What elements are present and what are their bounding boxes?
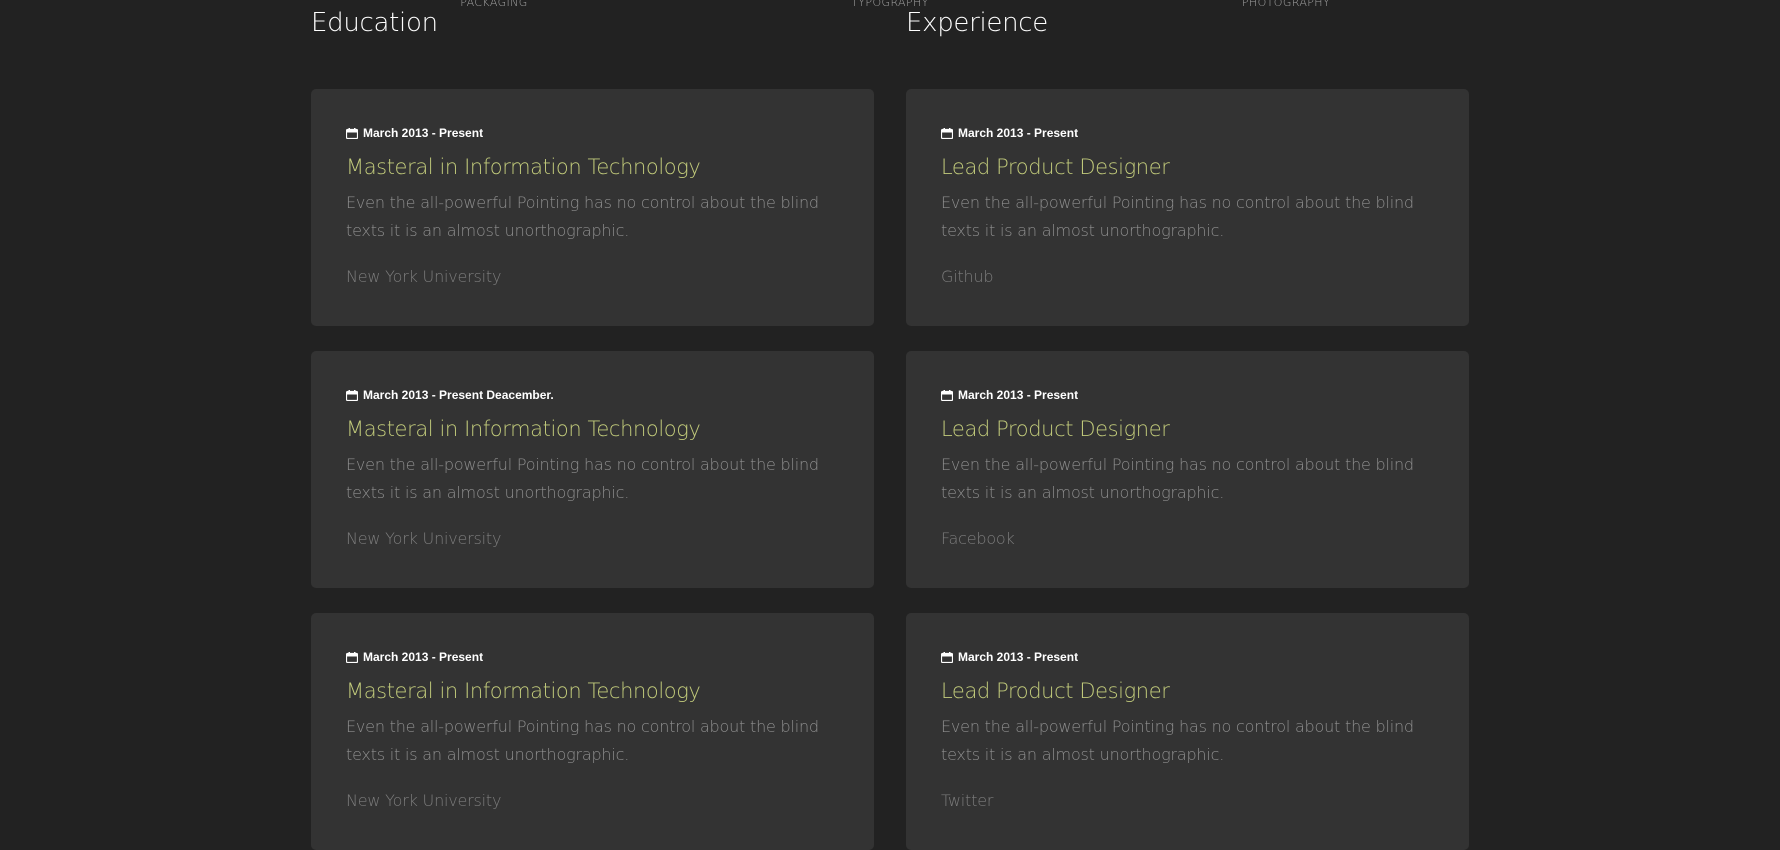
card-description: Even the all-powerful Pointing has no co…	[346, 193, 819, 240]
education-card: March 2013 - Present Deacember. Masteral…	[311, 351, 874, 588]
calendar-icon	[940, 127, 954, 139]
degree-title: Masteral in Information Technology	[346, 679, 701, 703]
card-date: March 2013 - Present Deacember.	[345, 388, 554, 402]
resume-page: PACKAGING TYPOGRAPHY PHOTOGRAPHY Educati…	[0, 0, 1780, 850]
experience-heading: Experience	[906, 8, 1048, 38]
date-text: March 2013 - Present	[958, 126, 1079, 140]
card-description: Even the all-powerful Pointing has no co…	[346, 717, 819, 764]
card-date: March 2013 - Present	[345, 126, 484, 140]
calendar-icon	[345, 127, 359, 139]
date-text: March 2013 - Present	[363, 650, 484, 664]
card-description: Even the all-powerful Pointing has no co…	[346, 455, 819, 502]
calendar-icon	[940, 651, 954, 663]
calendar-icon	[345, 651, 359, 663]
education-heading: Education	[311, 8, 438, 38]
institution-name: New York University	[346, 791, 502, 810]
company-name: Github	[941, 267, 994, 286]
job-title: Lead Product Designer	[941, 417, 1170, 441]
job-title: Lead Product Designer	[941, 679, 1170, 703]
card-date: March 2013 - Present	[940, 650, 1079, 664]
education-card: March 2013 - Present Masteral in Informa…	[311, 89, 874, 326]
institution-name: New York University	[346, 529, 502, 548]
experience-card: March 2013 - Present Lead Product Design…	[906, 613, 1469, 850]
company-name: Facebook	[941, 529, 1015, 548]
date-text: March 2013 - Present	[958, 388, 1079, 402]
experience-card: March 2013 - Present Lead Product Design…	[906, 351, 1469, 588]
card-description: Even the all-powerful Pointing has no co…	[941, 455, 1414, 502]
job-title: Lead Product Designer	[941, 155, 1170, 179]
degree-title: Masteral in Information Technology	[346, 417, 701, 441]
degree-title: Masteral in Information Technology	[346, 155, 701, 179]
experience-card: March 2013 - Present Lead Product Design…	[906, 89, 1469, 326]
institution-name: New York University	[346, 267, 502, 286]
card-description: Even the all-powerful Pointing has no co…	[941, 717, 1414, 764]
card-description: Even the all-powerful Pointing has no co…	[941, 193, 1414, 240]
nav-link-photography[interactable]: PHOTOGRAPHY	[1186, 0, 1386, 9]
calendar-icon	[345, 389, 359, 401]
date-text: March 2013 - Present Deacember.	[363, 388, 554, 402]
calendar-icon	[940, 389, 954, 401]
company-name: Twitter	[941, 791, 994, 810]
card-date: March 2013 - Present	[345, 650, 484, 664]
card-date: March 2013 - Present	[940, 388, 1079, 402]
education-card: March 2013 - Present Masteral in Informa…	[311, 613, 874, 850]
date-text: March 2013 - Present	[363, 126, 484, 140]
card-date: March 2013 - Present	[940, 126, 1079, 140]
date-text: March 2013 - Present	[958, 650, 1079, 664]
